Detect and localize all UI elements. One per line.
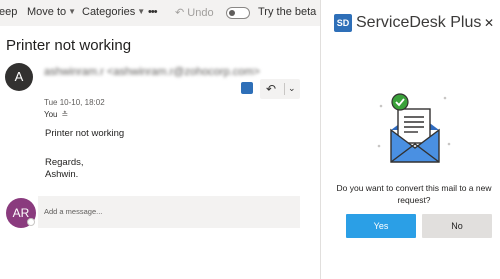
reply-icon[interactable]: ↶	[266, 82, 276, 96]
reply-placeholder[interactable]: Add a message...	[44, 207, 102, 216]
command-toolbar: eep Move to ▼ Categories ▼ ••• ↶ Undo Try …	[0, 0, 320, 26]
message-body-line: Printer not working	[45, 128, 125, 139]
categories-label: Categories	[82, 6, 136, 18]
servicedesk-logo: SD	[334, 14, 352, 32]
yes-button[interactable]: Yes	[346, 214, 416, 238]
try-beta-label: Try the beta	[258, 6, 317, 18]
beta-toggle[interactable]	[226, 7, 250, 19]
move-to-button[interactable]: Move to ▼	[27, 6, 76, 18]
message-body-line: Regards,	[45, 157, 84, 168]
categories-button[interactable]: Categories ▼	[82, 6, 145, 18]
presence-indicator	[27, 218, 35, 226]
convert-question: Do you want to convert this mail to a ne…	[336, 183, 492, 205]
chevron-down-icon: ▼	[68, 7, 77, 16]
chevron-down-icon: ▼	[137, 7, 146, 16]
undo-icon: ↶	[175, 7, 185, 19]
toggle-knob	[229, 10, 235, 16]
servicedesk-addin-icon[interactable]	[241, 82, 253, 94]
message-subject: Printer not working	[6, 37, 132, 54]
message-date: Tue 10-10, 18:02	[44, 98, 105, 107]
panel-title: ServiceDesk Plus	[356, 14, 482, 31]
sender-name[interactable]: ashwinram.r <ashwinram.r@zohocorp.com>	[44, 66, 260, 78]
envelope-illustration	[377, 93, 451, 163]
no-button[interactable]: No	[422, 214, 492, 238]
recipients-line[interactable]: You ≛	[44, 110, 68, 119]
message-body-line: Ashwin.	[45, 169, 79, 180]
recipient-you: You	[44, 110, 58, 119]
pane-divider	[320, 0, 321, 279]
move-to-label: Move to	[27, 6, 67, 18]
toolbar-item-clipped[interactable]: eep	[0, 6, 17, 18]
chevron-down-icon[interactable]: ⌄	[288, 83, 296, 94]
more-icon[interactable]: •••	[148, 6, 158, 18]
reply-button-group[interactable]: ↶ ⌄	[260, 79, 300, 99]
undo-label: Undo	[187, 7, 214, 19]
divider	[284, 83, 285, 95]
close-icon[interactable]: ✕	[484, 16, 494, 30]
sender-avatar[interactable]: A	[5, 63, 33, 91]
undo-button[interactable]: ↶ Undo	[175, 6, 214, 19]
expand-chevron-icon: ≛	[61, 110, 69, 119]
check-icon	[391, 93, 409, 111]
